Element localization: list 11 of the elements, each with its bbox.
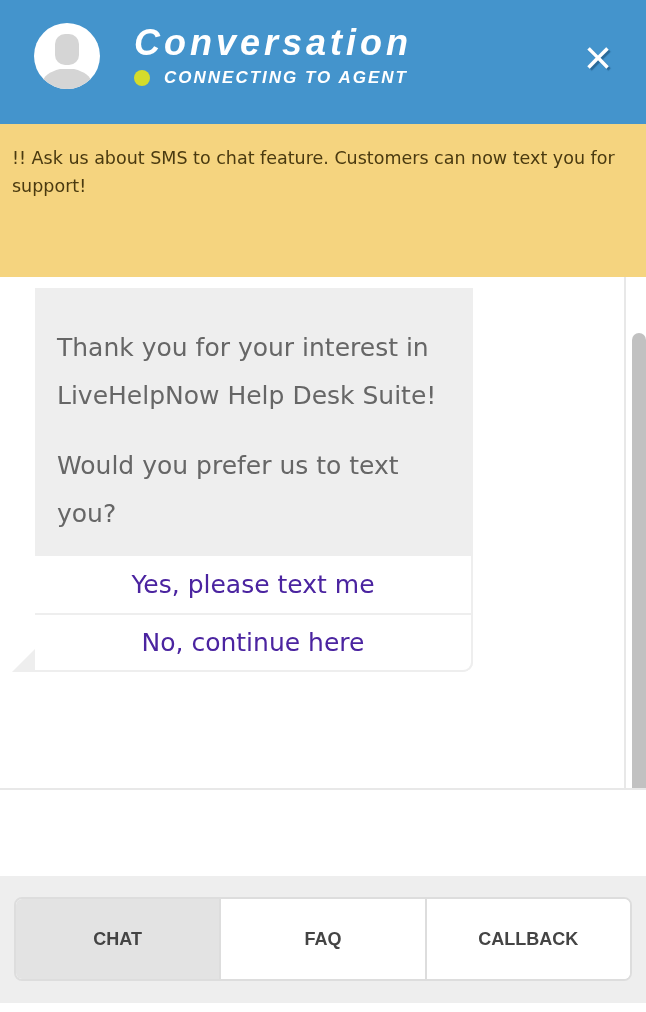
announcement-text: !! Ask us about SMS to chat feature. Customers can now text you for support! (12, 147, 616, 198)
reply-option[interactable]: No, continue here (35, 613, 473, 672)
window-title: Conversation (134, 21, 414, 66)
message-text: Thank you for your interest in LiveHelpNow Help Desk Suite! (57, 332, 438, 412)
status-text: CONNECTING TO AGENT (164, 67, 408, 90)
avatar-icon (34, 23, 100, 89)
tab[interactable]: CHAT (16, 899, 220, 979)
tab[interactable]: CALLBACK (424, 899, 630, 979)
reply-option[interactable]: Yes, please text me (35, 554, 473, 613)
scrollbar[interactable] (624, 277, 646, 788)
message-text: Would you prefer us to text you? (57, 450, 400, 530)
